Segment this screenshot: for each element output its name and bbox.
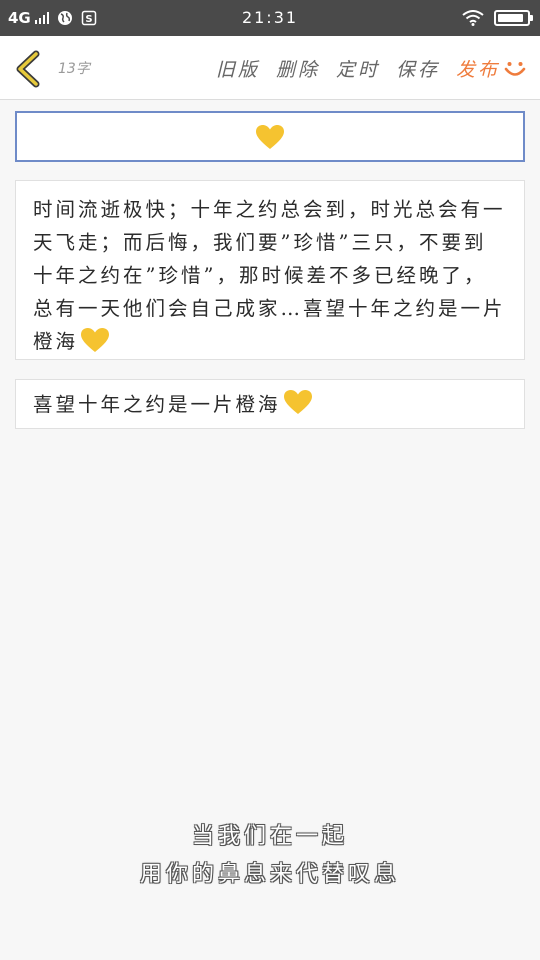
yellow-heart-icon — [283, 390, 312, 414]
publish-button[interactable]: 发布 — [456, 55, 500, 82]
quote-body: 喜望十年之约是一片橙海 — [33, 392, 281, 416]
back-arrow-icon[interactable] — [12, 50, 46, 88]
status-bar: 4G S 21:31 — [0, 0, 540, 36]
schedule-button[interactable]: 定时 — [336, 55, 380, 82]
content-text: 时间流逝极快；十年之约总会到，时光总会有一天飞走；而后悔，我们要”珍惜”三只，不… — [33, 193, 508, 358]
delete-button[interactable]: 删除 — [276, 55, 320, 82]
lyrics-line-1: 当我们在一起 — [191, 824, 348, 849]
battery-icon — [494, 10, 533, 26]
word-count: 13字 — [58, 61, 90, 77]
battery-level — [498, 14, 524, 22]
wifi-icon — [462, 10, 484, 26]
editor-toolbar: 13字 旧版 删除 定时 保存 发布 — [0, 36, 540, 100]
status-time: 21:31 — [241, 8, 299, 27]
toolbar-actions: 旧版 删除 定时 保存 发布 — [200, 36, 528, 100]
lyrics-line-2: 用你的鼻息来代替叹息 — [139, 862, 400, 887]
yellow-heart-icon — [81, 327, 110, 352]
content-editor[interactable]: 时间流逝极快；十年之约总会到，时光总会有一天飞走；而后悔，我们要”珍惜”三只，不… — [15, 180, 525, 360]
yellow-heart-icon — [256, 124, 284, 149]
status-right — [462, 0, 533, 36]
smile-icon[interactable] — [502, 55, 528, 81]
save-button[interactable]: 保存 — [396, 55, 440, 82]
quote-card[interactable]: 喜望十年之约是一片橙海 — [15, 379, 525, 429]
lyrics-overlay: 当我们在一起 用你的鼻息来代替叹息 — [0, 818, 540, 894]
quote-text: 喜望十年之约是一片橙海 — [33, 388, 313, 421]
title-input[interactable] — [15, 111, 525, 162]
old-version-button[interactable]: 旧版 — [216, 55, 260, 82]
